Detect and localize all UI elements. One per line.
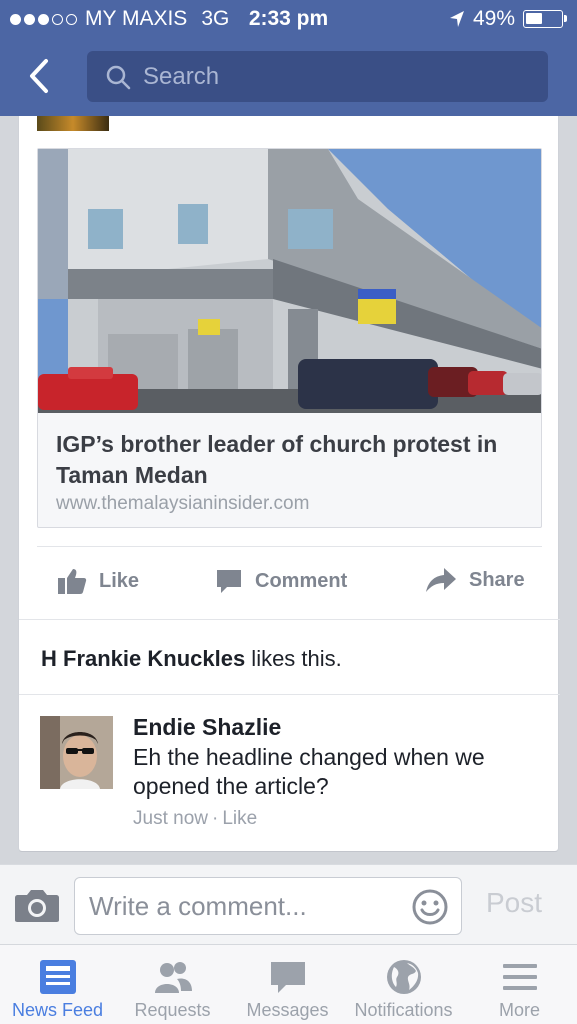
comment-text: Eh the headline changed when we opened t… bbox=[133, 744, 485, 799]
smiley-icon[interactable] bbox=[411, 888, 449, 926]
comment-button[interactable]: Comment bbox=[215, 567, 347, 595]
share-label: Share bbox=[469, 568, 525, 591]
menu-icon bbox=[502, 964, 537, 990]
share-button[interactable]: Share bbox=[425, 567, 525, 593]
location-arrow-icon bbox=[449, 11, 464, 27]
post-actions: Like Comment Share bbox=[19, 547, 560, 619]
shophouse-photo bbox=[38, 149, 541, 413]
comment-item: Endie Shazlie Eh the headline changed wh… bbox=[19, 695, 560, 851]
comment-author[interactable]: Endie Shazlie bbox=[133, 714, 281, 741]
divider bbox=[19, 619, 560, 620]
back-button[interactable] bbox=[24, 58, 54, 94]
link-preview-image[interactable] bbox=[38, 149, 541, 413]
tab-label: Notifications bbox=[354, 1000, 453, 1020]
link-preview-url: www.themalaysianinsider.com bbox=[56, 493, 310, 514]
post-card: IGP’s brother leader of church protest i… bbox=[18, 116, 560, 852]
comment-input[interactable] bbox=[89, 890, 399, 922]
likes-suffix: likes this. bbox=[245, 646, 342, 671]
thumbs-up-icon bbox=[58, 569, 87, 594]
friends-icon bbox=[154, 962, 192, 993]
tab-news-feed[interactable]: News Feed bbox=[0, 945, 115, 1024]
message-bubble-icon bbox=[270, 962, 305, 993]
battery-icon bbox=[523, 10, 567, 28]
search-input[interactable] bbox=[143, 62, 523, 91]
tab-notifications[interactable]: Notifications bbox=[346, 945, 461, 1024]
camera-icon[interactable] bbox=[14, 887, 60, 923]
tab-label: News Feed bbox=[11, 1000, 104, 1020]
speech-bubble-icon bbox=[217, 570, 241, 593]
like-label: Like bbox=[99, 569, 140, 592]
previous-post-thumbnail bbox=[37, 116, 109, 131]
tab-messages[interactable]: Messages bbox=[230, 945, 345, 1024]
search-icon bbox=[106, 65, 131, 89]
comment-like-link[interactable]: Like bbox=[222, 808, 257, 829]
tab-label: Messages bbox=[246, 1000, 329, 1020]
link-preview-title[interactable]: IGP’s brother leader of church protest i… bbox=[56, 429, 526, 491]
likes-summary[interactable]: H Frankie Knuckles likes this. bbox=[41, 646, 342, 672]
battery-percent: 49% bbox=[472, 7, 515, 30]
tab-requests[interactable]: Requests bbox=[115, 945, 230, 1024]
tab-bar: News Feed Requests Messages Notification… bbox=[0, 944, 577, 1024]
tab-more[interactable]: More bbox=[462, 945, 577, 1024]
meta-separator: · bbox=[211, 808, 219, 829]
comment-input-wrapper[interactable] bbox=[74, 877, 462, 935]
avatar[interactable] bbox=[40, 716, 113, 789]
search-bar[interactable] bbox=[87, 51, 548, 102]
liker-name[interactable]: H Frankie Knuckles bbox=[41, 646, 245, 671]
status-right: 49% bbox=[449, 7, 567, 31]
comment-meta: Just now · Like bbox=[133, 808, 257, 830]
like-button[interactable]: Like bbox=[57, 567, 139, 595]
top-header: MY MAXIS 3G 2:33 pm 49% bbox=[0, 0, 577, 116]
status-bar: MY MAXIS 3G 2:33 pm 49% bbox=[0, 0, 577, 40]
globe-icon bbox=[386, 960, 421, 994]
post-button[interactable]: Post bbox=[486, 887, 542, 919]
comment-timestamp: Just now bbox=[133, 808, 208, 829]
share-arrow-icon bbox=[426, 568, 456, 592]
comment-composer: Post bbox=[0, 864, 577, 944]
comment-label: Comment bbox=[255, 569, 348, 592]
tab-label: More bbox=[498, 1000, 540, 1020]
link-preview[interactable]: IGP’s brother leader of church protest i… bbox=[37, 148, 542, 528]
news-feed-icon bbox=[39, 960, 76, 994]
tab-label: Requests bbox=[134, 1000, 211, 1020]
